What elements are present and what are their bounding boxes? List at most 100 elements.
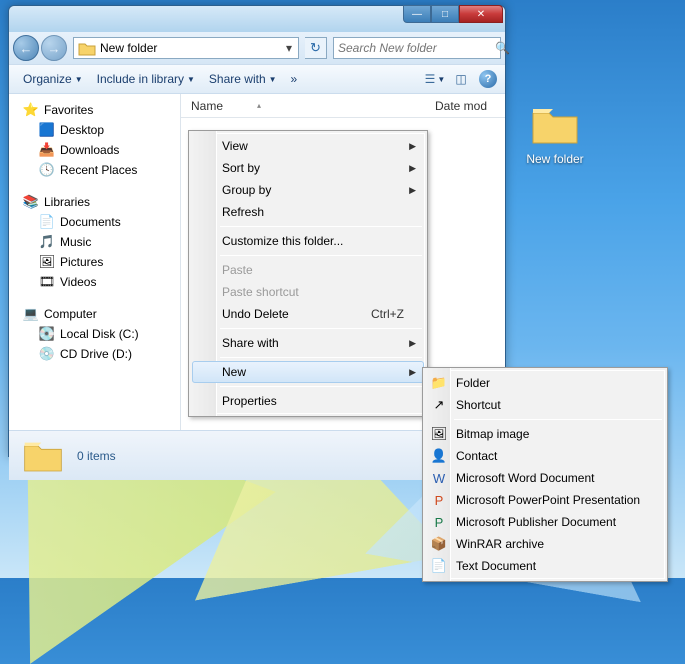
documents-icon: 📄 — [39, 214, 55, 230]
menu-new-ppt[interactable]: PMicrosoft PowerPoint Presentation — [426, 489, 664, 511]
folder-icon — [531, 105, 579, 145]
sidebar-desktop[interactable]: 🟦Desktop — [9, 120, 180, 140]
sidebar-pictures[interactable]: 🖼Pictures — [9, 252, 180, 272]
address-dropdown[interactable]: ▾ — [280, 41, 298, 55]
back-button[interactable]: ← — [13, 35, 39, 61]
sidebar-cddrive[interactable]: 💿CD Drive (D:) — [9, 344, 180, 364]
desktop-icon: 🟦 — [39, 122, 55, 138]
toolbar: Organize▼ Include in library▼ Share with… — [9, 64, 505, 94]
winrar-icon: 📦 — [431, 536, 447, 552]
menu-new-winrar[interactable]: 📦WinRAR archive — [426, 533, 664, 555]
shortcut-icon: ↗ — [431, 397, 447, 413]
recent-icon: 🕓 — [39, 162, 55, 178]
minimize-button[interactable]: — — [403, 5, 431, 23]
text-icon: 📄 — [431, 558, 447, 574]
computer-icon: 💻 — [23, 306, 39, 322]
context-menu-main: View▶ Sort by▶ Group by▶ Refresh Customi… — [188, 130, 428, 417]
forward-button[interactable]: → — [41, 35, 67, 61]
share-with-button[interactable]: Share with▼ — [203, 69, 283, 89]
menu-new-contact[interactable]: 👤Contact — [426, 445, 664, 467]
sidebar-documents[interactable]: 📄Documents — [9, 212, 180, 232]
menu-undo-delete[interactable]: Undo DeleteCtrl+Z — [192, 303, 424, 325]
sidebar-videos[interactable]: 🎞Videos — [9, 272, 180, 292]
menu-new-folder[interactable]: 📁Folder — [426, 372, 664, 394]
nav-bar: ← → New folder ▾ ↻ 🔍 — [9, 32, 505, 64]
menu-new-shortcut[interactable]: ↗Shortcut — [426, 394, 664, 416]
address-text: New folder — [100, 41, 280, 55]
contact-icon: 👤 — [431, 448, 447, 464]
submenu-arrow-icon: ▶ — [409, 185, 416, 196]
column-date[interactable]: Date mod — [435, 99, 505, 113]
search-input[interactable] — [338, 41, 495, 55]
folder-icon: 📁 — [431, 375, 447, 391]
menu-new-word[interactable]: WMicrosoft Word Document — [426, 467, 664, 489]
desktop-folder-new[interactable]: New folder — [515, 105, 595, 166]
bitmap-icon: 🖼 — [431, 426, 447, 442]
search-icon: 🔍 — [495, 41, 510, 55]
menu-sortby[interactable]: Sort by▶ — [192, 157, 424, 179]
submenu-arrow-icon: ▶ — [409, 163, 416, 174]
menu-customize[interactable]: Customize this folder... — [192, 230, 424, 252]
menu-hotkey: Ctrl+Z — [371, 307, 404, 321]
menu-separator — [220, 328, 422, 329]
publisher-icon: P — [431, 514, 447, 530]
help-button[interactable]: ? — [479, 70, 497, 88]
star-icon: ⭐ — [23, 102, 39, 118]
submenu-arrow-icon: ▶ — [409, 141, 416, 152]
include-in-library-button[interactable]: Include in library▼ — [91, 69, 201, 89]
folder-icon — [78, 40, 96, 56]
cd-icon: 💿 — [39, 346, 55, 362]
menu-new-bitmap[interactable]: 🖼Bitmap image — [426, 423, 664, 445]
word-icon: W — [431, 470, 447, 486]
submenu-arrow-icon: ▶ — [409, 367, 416, 378]
close-button[interactable]: ✕ — [459, 5, 503, 23]
menu-separator — [454, 419, 662, 420]
column-name[interactable]: Name▴ — [191, 99, 435, 113]
music-icon: 🎵 — [39, 234, 55, 250]
menu-paste: Paste — [192, 259, 424, 281]
menu-new[interactable]: New▶ — [192, 361, 424, 383]
menu-new-text[interactable]: 📄Text Document — [426, 555, 664, 577]
organize-button[interactable]: Organize▼ — [17, 69, 89, 89]
pictures-icon: 🖼 — [39, 254, 55, 270]
sidebar-localdisk[interactable]: 💽Local Disk (C:) — [9, 324, 180, 344]
menu-separator — [220, 386, 422, 387]
menu-view[interactable]: View▶ — [192, 135, 424, 157]
videos-icon: 🎞 — [39, 274, 55, 290]
preview-pane-button[interactable]: ◫ — [449, 68, 473, 90]
submenu-arrow-icon: ▶ — [409, 338, 416, 349]
sidebar-libraries[interactable]: 📚Libraries — [9, 192, 180, 212]
sidebar-music[interactable]: 🎵Music — [9, 232, 180, 252]
status-text: 0 items — [77, 449, 116, 463]
menu-properties[interactable]: Properties — [192, 390, 424, 412]
powerpoint-icon: P — [431, 492, 447, 508]
sidebar-favorites[interactable]: ⭐Favorites — [9, 100, 180, 120]
sort-indicator-icon: ▴ — [257, 101, 261, 110]
menu-share-with[interactable]: Share with▶ — [192, 332, 424, 354]
maximize-button[interactable]: □ — [431, 5, 459, 23]
titlebar[interactable]: — □ ✕ — [9, 6, 505, 32]
desktop-folder-label: New folder — [515, 152, 595, 166]
address-bar[interactable]: New folder ▾ — [73, 37, 299, 59]
menu-paste-shortcut: Paste shortcut — [192, 281, 424, 303]
refresh-button[interactable]: ↻ — [305, 37, 327, 59]
folder-icon — [23, 439, 63, 473]
sidebar-recent[interactable]: 🕓Recent Places — [9, 160, 180, 180]
context-menu-new: 📁Folder ↗Shortcut 🖼Bitmap image 👤Contact… — [422, 367, 668, 582]
menu-separator — [220, 255, 422, 256]
menu-new-publisher[interactable]: PMicrosoft Publisher Document — [426, 511, 664, 533]
menu-refresh[interactable]: Refresh — [192, 201, 424, 223]
view-options-button[interactable]: ☰▼ — [423, 68, 447, 90]
menu-separator — [220, 226, 422, 227]
menu-separator — [220, 357, 422, 358]
toolbar-overflow[interactable]: » — [285, 69, 304, 89]
menu-groupby[interactable]: Group by▶ — [192, 179, 424, 201]
column-headers: Name▴ Date mod — [181, 94, 505, 118]
sidebar-downloads[interactable]: 📥Downloads — [9, 140, 180, 160]
nav-sidebar: ⭐Favorites 🟦Desktop 📥Downloads 🕓Recent P… — [9, 94, 181, 430]
downloads-icon: 📥 — [39, 142, 55, 158]
disk-icon: 💽 — [39, 326, 55, 342]
libraries-icon: 📚 — [23, 194, 39, 210]
search-box[interactable]: 🔍 — [333, 37, 501, 59]
sidebar-computer[interactable]: 💻Computer — [9, 304, 180, 324]
